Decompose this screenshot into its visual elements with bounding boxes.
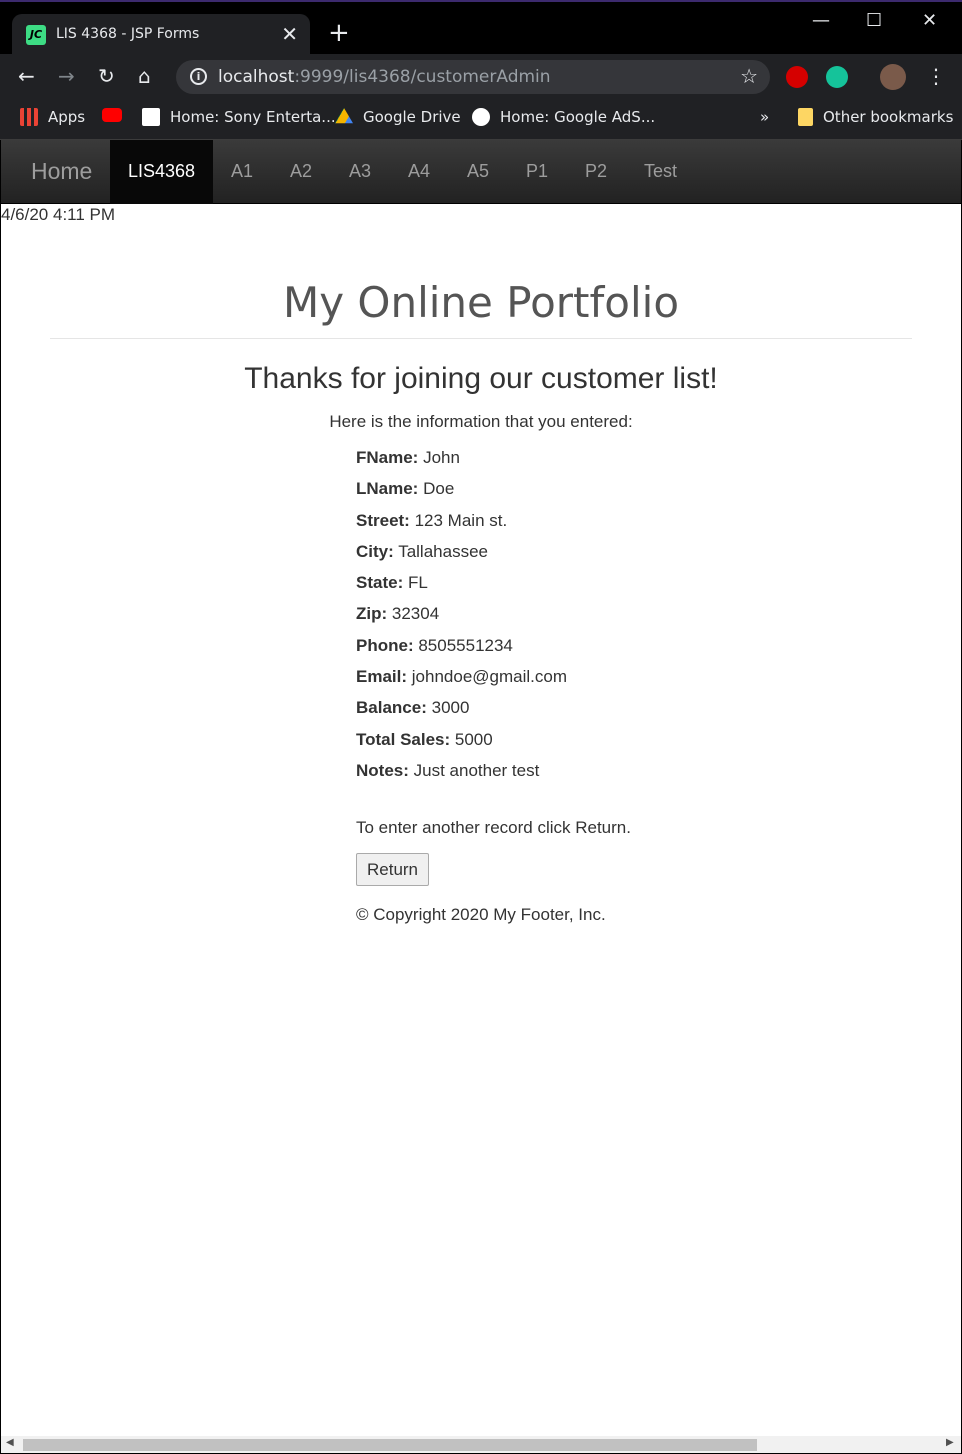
youtube-icon xyxy=(102,108,122,122)
bookmark-apps[interactable]: Apps xyxy=(20,108,85,126)
profile-avatar[interactable] xyxy=(880,64,906,90)
back-icon[interactable]: ← xyxy=(18,64,35,88)
scrollbar-thumb[interactable] xyxy=(23,1439,757,1451)
field-fname: FName: John xyxy=(356,448,460,467)
divider xyxy=(50,338,912,339)
nav-item-a3[interactable]: A3 xyxy=(331,140,389,204)
forward-icon[interactable]: → xyxy=(58,64,75,88)
site-info-icon[interactable]: i xyxy=(190,68,207,85)
intro-text: Here is the information that you entered… xyxy=(329,412,633,431)
nav-item-a5[interactable]: A5 xyxy=(449,140,507,204)
bookmarks-bar: Apps Home: Sony Enterta... Google Drive … xyxy=(0,100,962,140)
return-button[interactable]: Return xyxy=(356,853,429,886)
scroll-right-icon[interactable]: ▶ xyxy=(946,1437,954,1448)
window-close-icon[interactable]: ✕ xyxy=(922,10,937,31)
nav-item-lis4368[interactable]: LIS4368 xyxy=(110,140,214,204)
field-total-sales: Total Sales: 5000 xyxy=(356,729,493,749)
browser-chrome: JC LIS 4368 - JSP Forms ✕ + — ☐ ✕ ← → ↻ … xyxy=(0,0,962,140)
page-title: My Online Portfolio xyxy=(282,278,680,327)
browser-tab[interactable]: JC LIS 4368 - JSP Forms ✕ xyxy=(12,14,310,56)
nav-brand-home[interactable]: Home xyxy=(31,158,92,185)
title-bar: JC LIS 4368 - JSP Forms ✕ + — ☐ ✕ xyxy=(0,0,962,56)
maximize-icon[interactable]: ☐ xyxy=(866,10,882,31)
bookmarks-overflow-icon[interactable]: » xyxy=(760,108,769,126)
field-state: State: FL xyxy=(356,573,428,593)
field-email: Email: johndoe@gmail.com xyxy=(356,667,567,687)
tab-favicon-icon: JC xyxy=(26,25,46,45)
google-g-icon xyxy=(472,108,490,126)
address-bar[interactable]: i localhost:9999/lis4368/customerAdmin ☆ xyxy=(176,60,770,94)
url-text[interactable]: localhost:9999/lis4368/customerAdmin xyxy=(218,67,551,87)
return-instructions: To enter another record click Return. xyxy=(356,818,631,837)
nav-item-p1[interactable]: P1 xyxy=(508,140,566,204)
folder-icon xyxy=(798,108,813,126)
reload-icon[interactable]: ↻ xyxy=(98,64,115,88)
field-phone: Phone: 8505551234 xyxy=(356,635,513,655)
field-zip: Zip: 32304 xyxy=(356,604,440,624)
google-drive-icon xyxy=(335,108,353,124)
page-footer: © Copyright 2020 My Footer, Inc. xyxy=(356,905,606,924)
scroll-left-icon[interactable]: ◀ xyxy=(6,1437,14,1448)
sony-s-icon xyxy=(142,108,160,126)
page-content: Home LIS4368 A1 A2 A3 A4 A5 P1 P2 Test 4… xyxy=(1,140,961,1436)
browser-toolbar: ← → ↻ ⌂ i localhost:9999/lis4368/custome… xyxy=(0,54,962,100)
horizontal-scrollbar[interactable]: ◀ ▶ xyxy=(1,1436,961,1453)
bookmark-google-ads[interactable]: Home: Google AdS... xyxy=(472,108,655,126)
nav-item-p2[interactable]: P2 xyxy=(567,140,625,204)
new-tab-icon[interactable]: + xyxy=(328,18,350,48)
customer-info-list: FName: John LName: Doe Street: 123 Main … xyxy=(356,448,567,792)
home-icon[interactable]: ⌂ xyxy=(138,64,151,88)
field-street: Street: 123 Main st. xyxy=(356,510,508,530)
field-lname: LName: Doe xyxy=(356,479,455,499)
bookmark-google-drive[interactable]: Google Drive xyxy=(335,108,461,126)
bookmark-youtube[interactable] xyxy=(102,108,132,122)
thanks-heading: Thanks for joining our customer list! xyxy=(244,362,718,395)
nav-item-a2[interactable]: A2 xyxy=(272,140,330,204)
other-bookmarks[interactable]: Other bookmarks xyxy=(798,108,953,126)
adblock-extension-icon[interactable] xyxy=(786,66,808,88)
minimize-icon[interactable]: — xyxy=(812,10,830,31)
grammarly-extension-icon[interactable] xyxy=(826,66,848,88)
field-city: City: Tallahassee xyxy=(356,541,488,561)
tab-close-icon[interactable]: ✕ xyxy=(281,22,298,46)
bookmark-sony[interactable]: Home: Sony Enterta... xyxy=(142,108,336,126)
tab-title: LIS 4368 - JSP Forms xyxy=(56,26,200,42)
site-navbar: Home LIS4368 A1 A2 A3 A4 A5 P1 P2 Test xyxy=(1,140,961,204)
apps-grid-icon xyxy=(20,108,38,126)
field-balance: Balance: 3000 xyxy=(356,698,470,718)
menu-kebab-icon[interactable]: ⋮ xyxy=(926,64,946,88)
bookmark-star-icon[interactable]: ☆ xyxy=(740,64,758,88)
nav-item-a4[interactable]: A4 xyxy=(390,140,448,204)
timestamp: 4/6/20 4:11 PM xyxy=(1,205,116,224)
nav-item-a1[interactable]: A1 xyxy=(213,140,271,204)
nav-item-test[interactable]: Test xyxy=(626,140,695,204)
field-notes: Notes: Just another test xyxy=(356,760,540,780)
